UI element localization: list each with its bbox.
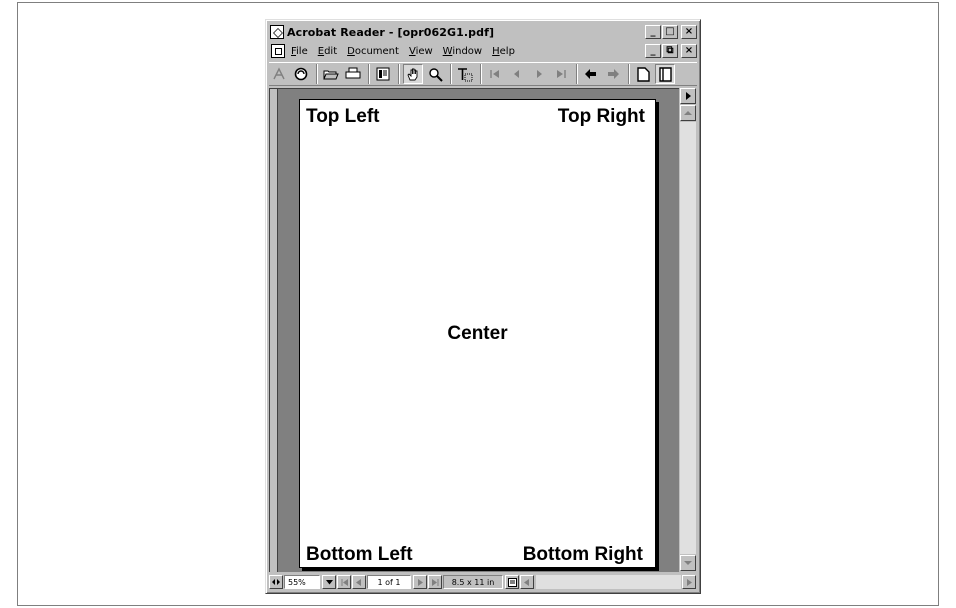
go-forward-icon[interactable]: [603, 64, 623, 84]
document-workspace[interactable]: Top Left Top Right Center Bottom Left Bo…: [269, 88, 679, 572]
page-number-field[interactable]: 1 of 1: [367, 575, 411, 589]
menu-help[interactable]: Help: [492, 46, 515, 57]
scroll-up-arrow-icon[interactable]: [680, 105, 696, 121]
menu-help-mnemonic: H: [492, 45, 500, 57]
toolbar: [269, 62, 697, 86]
menu-document-label: ocument: [354, 45, 399, 57]
menu-bar: File Edit Document View Window Help _ ⧉ …: [269, 42, 697, 60]
vertical-scrollbar[interactable]: [679, 88, 697, 572]
split-handle-icon[interactable]: [269, 575, 283, 589]
close-button[interactable]: ×: [681, 25, 697, 39]
menu-window-label: indow: [452, 45, 483, 57]
text-select-icon[interactable]: [455, 64, 475, 84]
pdf-page[interactable]: Top Left Top Right Center Bottom Left Bo…: [299, 99, 656, 568]
menu-window-mnemonic: W: [442, 45, 453, 57]
status-first-page-icon[interactable]: [337, 575, 351, 589]
zoom-level-field[interactable]: 55%: [284, 575, 320, 589]
print-icon[interactable]: [343, 64, 363, 84]
page-size-display: 8.5 x 11 in: [443, 575, 503, 589]
next-page-icon[interactable]: [529, 64, 549, 84]
toolbar-separator: [628, 64, 630, 84]
page-layout-icon[interactable]: [505, 575, 519, 589]
page-text-center: Center: [447, 323, 508, 344]
toolbar-separator: [576, 64, 578, 84]
scroll-right-arrow-icon[interactable]: [680, 88, 696, 104]
acrobat-app-icon[interactable]: [270, 25, 284, 39]
web-capture-icon[interactable]: [291, 64, 311, 84]
maximize-button[interactable]: □: [662, 25, 678, 39]
hand-tool-icon[interactable]: [403, 64, 423, 84]
navigation-pane-splitter[interactable]: [270, 89, 278, 572]
doc-close-button[interactable]: ×: [681, 44, 697, 58]
menu-document-mnemonic: D: [347, 45, 355, 57]
last-page-icon[interactable]: [551, 64, 571, 84]
status-previous-page-icon[interactable]: [352, 575, 366, 589]
doc-minimize-button[interactable]: _: [645, 44, 661, 58]
menu-edit-label: dit: [324, 45, 338, 57]
scroll-down-arrow-icon[interactable]: [680, 555, 696, 571]
status-last-page-icon[interactable]: [428, 575, 442, 589]
open-folder-icon[interactable]: [321, 64, 341, 84]
acrobat-logo-icon: [269, 64, 289, 84]
acrobat-reader-window: Acrobat Reader - [opr062G1.pdf] _ □ × Fi…: [265, 19, 701, 594]
navigation-pane-icon[interactable]: [373, 64, 393, 84]
page-text-bottom-left: Bottom Left: [306, 544, 413, 565]
toolbar-separator: [316, 64, 318, 84]
first-page-icon[interactable]: [485, 64, 505, 84]
window-title: Acrobat Reader - [opr062G1.pdf]: [287, 25, 495, 39]
toolbar-separator: [450, 64, 452, 84]
document-window-icon[interactable]: [271, 44, 285, 58]
menu-view-mnemonic: V: [408, 45, 416, 57]
status-bar: 55% 1 of 1 8.5 x 11 in: [269, 574, 697, 590]
doc-restore-button[interactable]: ⧉: [662, 44, 678, 58]
title-bar[interactable]: Acrobat Reader - [opr062G1.pdf] _ □ ×: [269, 23, 697, 41]
status-next-page-icon[interactable]: [413, 575, 427, 589]
toolbar-separator: [368, 64, 370, 84]
vertical-scroll-track[interactable]: [680, 122, 696, 554]
menu-help-label: elp: [499, 45, 515, 57]
fit-page-icon[interactable]: [655, 64, 675, 84]
go-back-icon[interactable]: [581, 64, 601, 84]
toolbar-separator: [480, 64, 482, 84]
scroll-right-small-arrow-icon[interactable]: [682, 575, 696, 589]
menu-window[interactable]: Window: [443, 46, 482, 57]
actual-size-icon[interactable]: [633, 64, 653, 84]
menu-view[interactable]: View: [409, 46, 433, 57]
scroll-left-arrow-icon[interactable]: [520, 575, 534, 589]
menu-view-label: iew: [415, 45, 433, 57]
menu-file[interactable]: File: [291, 46, 308, 57]
page-text-top-right: Top Right: [557, 106, 645, 127]
minimize-button[interactable]: _: [645, 25, 661, 39]
menu-edit[interactable]: Edit: [318, 46, 337, 57]
toolbar-separator: [398, 64, 400, 84]
zoom-tool-icon[interactable]: [425, 64, 445, 84]
zoom-dropdown-icon[interactable]: [322, 575, 336, 589]
previous-page-icon[interactable]: [507, 64, 527, 84]
horizontal-scroll-track[interactable]: [536, 575, 681, 589]
menu-document[interactable]: Document: [347, 46, 399, 57]
page-text-top-left: Top Left: [306, 106, 380, 127]
menu-file-label: ile: [296, 45, 308, 57]
page-text-bottom-right: Bottom Right: [522, 544, 643, 565]
